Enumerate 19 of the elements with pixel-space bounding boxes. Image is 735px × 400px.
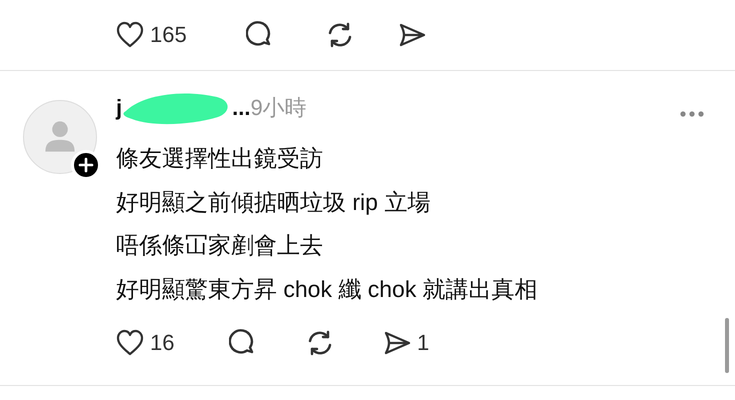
repost-icon[interactable] bbox=[306, 329, 334, 357]
share-count: 1 bbox=[417, 330, 430, 356]
username-ellipsis: ... bbox=[232, 95, 250, 121]
username[interactable]: j bbox=[116, 95, 122, 121]
scroll-bar[interactable] bbox=[725, 318, 729, 373]
like-icon[interactable] bbox=[116, 329, 144, 357]
share-icon[interactable] bbox=[383, 329, 411, 357]
share-icon[interactable] bbox=[398, 21, 426, 49]
reply-text-line: 好明顯驚東方昇 chok 纖 chok 就講出真相 bbox=[116, 274, 538, 304]
like-count: 165 bbox=[150, 22, 187, 48]
like-count: 16 bbox=[150, 330, 174, 356]
reply-text-line: 條友選擇性出鏡受訪 bbox=[116, 144, 324, 173]
follow-plus-icon[interactable] bbox=[71, 150, 101, 180]
reply-text-line: 唔係條冚家剷會上去 bbox=[116, 231, 324, 260]
like-icon[interactable] bbox=[116, 21, 144, 49]
repost-icon[interactable] bbox=[326, 21, 354, 49]
more-options-icon[interactable] bbox=[679, 110, 705, 118]
timestamp: 9小時 bbox=[250, 94, 307, 122]
reply-text-line: 好明顯之前傾掂晒垃圾 rip 立場 bbox=[116, 188, 432, 217]
